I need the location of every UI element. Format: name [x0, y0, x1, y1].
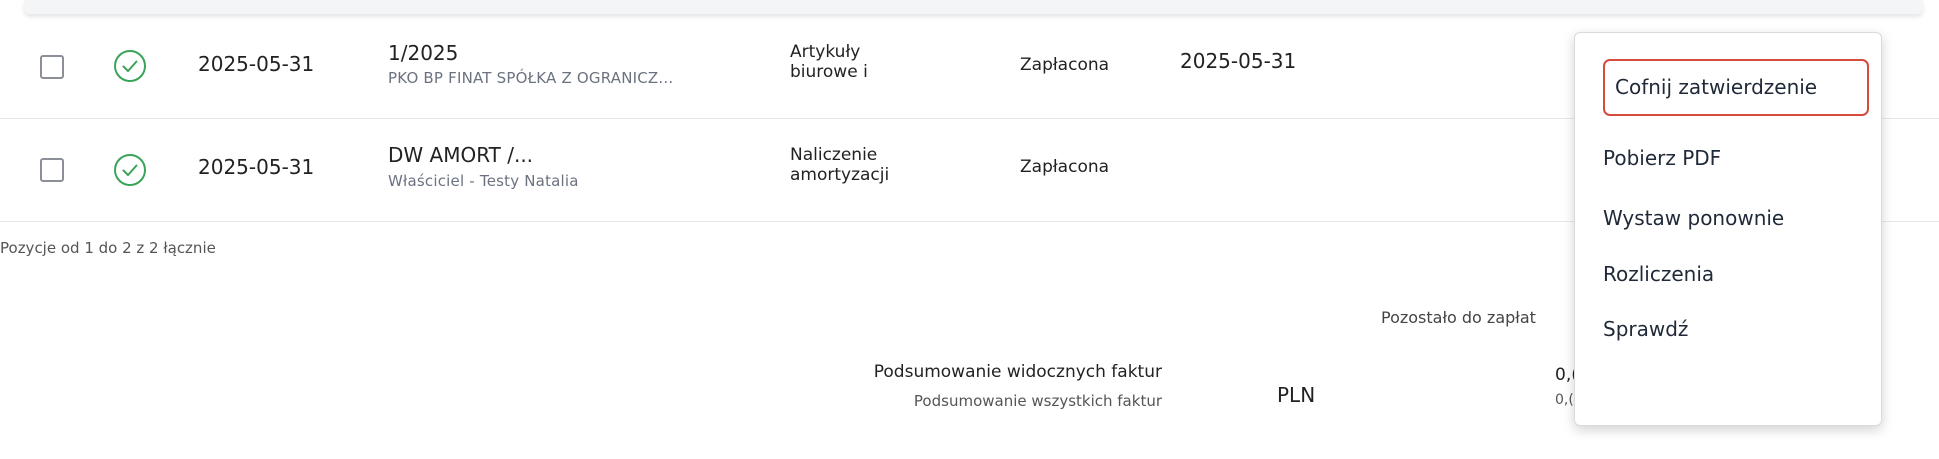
menu-item-settlements[interactable]: Rozliczenia: [1603, 262, 1714, 286]
menu-item-reissue[interactable]: Wystaw ponownie: [1603, 206, 1784, 230]
contractor-name: Właściciel - Testy Natalia: [388, 172, 579, 190]
payment-status: Zapłacona: [1020, 55, 1110, 75]
row-checkbox[interactable]: [40, 158, 64, 182]
category-line1: Naliczenie: [790, 145, 878, 165]
invoice-number[interactable]: 1/2025: [388, 41, 458, 65]
category-line2: amortyzacji: [790, 165, 890, 185]
row-checkbox[interactable]: [40, 55, 64, 79]
category-line1: Artykuły: [790, 42, 861, 62]
check-circle-icon: [114, 154, 146, 186]
summary-currency: PLN: [1277, 383, 1316, 407]
visible-summary-label: Podsumowanie widocznych faktur: [873, 362, 1162, 382]
payment-date: 2025-05-31: [1180, 49, 1297, 73]
menu-item-download-pdf[interactable]: Pobierz PDF: [1603, 146, 1721, 170]
issue-date: 2025-05-31: [198, 52, 315, 76]
payment-status: Zapłacona: [1020, 157, 1110, 177]
menu-item-undo-approval[interactable]: Cofnij zatwierdzenie: [1603, 59, 1869, 116]
category-line2: biurowe i: [790, 62, 868, 82]
menu-item-check[interactable]: Sprawdź: [1603, 317, 1688, 341]
invoice-number[interactable]: DW AMORT /...: [388, 143, 533, 167]
pagination-summary: Pozycje od 1 do 2 z 2 łącznie: [0, 239, 216, 257]
issue-date: 2025-05-31: [198, 155, 315, 179]
table-header-shade: [24, 0, 1923, 14]
remaining-header: Pozostało do zapłat: [1381, 308, 1536, 327]
contractor-name: PKO BP FINAT SPÓŁKA Z OGRANICZ...: [388, 69, 674, 87]
all-remaining-value: 0,(: [1555, 392, 1574, 408]
all-summary-label: Podsumowanie wszystkich faktur: [913, 392, 1162, 410]
check-circle-icon: [114, 50, 146, 82]
row-context-menu: Cofnij zatwierdzenie Pobierz PDF Wystaw …: [1574, 32, 1882, 426]
